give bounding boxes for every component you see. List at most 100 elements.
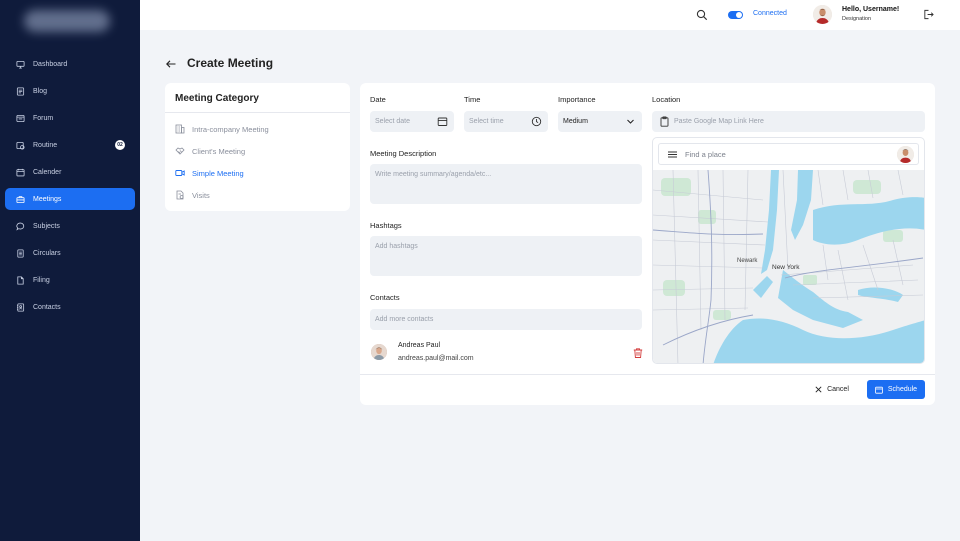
schedule-label: Schedule [887, 386, 918, 393]
category-client[interactable]: Client's Meeting [175, 146, 245, 156]
hashtags-input[interactable]: Add hashtags [370, 236, 642, 276]
trash-icon[interactable] [632, 347, 644, 359]
contacts-icon [16, 302, 25, 312]
form-divider [360, 374, 935, 375]
time-placeholder: Select time [469, 118, 504, 125]
logout-icon[interactable] [923, 9, 934, 20]
clipboard-icon [659, 116, 670, 127]
logo [24, 10, 110, 32]
date-placeholder: Select date [375, 118, 411, 125]
topbar: Connected Hello, Username! Designation [140, 0, 960, 30]
sidebar-item-forum[interactable]: Forum [5, 107, 135, 129]
contacts-label: Contacts [370, 293, 400, 302]
sidebar-item-contacts[interactable]: Contacts [5, 296, 135, 318]
routine-count-badge: 02 [115, 140, 125, 150]
close-icon [815, 386, 822, 393]
sidebar-item-label: Meetings [33, 195, 62, 203]
sidebar-item-routine[interactable]: Routine 02 [5, 134, 135, 156]
blog-icon [16, 86, 25, 96]
category-simple[interactable]: Simple Meeting [175, 168, 244, 178]
chevron-down-icon [625, 116, 636, 127]
category-label: Visits [192, 190, 210, 200]
hashtags-label: Hashtags [370, 221, 402, 230]
time-field[interactable]: Select time [464, 111, 548, 132]
category-intra-company[interactable]: Intra-company Meeting [175, 124, 269, 134]
connection-status: Connected [753, 10, 787, 17]
calendar-icon [16, 168, 25, 177]
importance-select[interactable]: Medium [558, 111, 642, 132]
importance-label: Importance [558, 95, 596, 104]
map-label-newark: Newark [737, 258, 758, 264]
sidebar-item-blog[interactable]: Blog [5, 80, 135, 102]
contact-name: Andreas Paul [398, 342, 441, 349]
schedule-icon [875, 386, 883, 394]
document-icon [16, 248, 25, 258]
contact-email: andreas.paul@mail.com [398, 355, 474, 362]
cancel-button[interactable]: Cancel [806, 380, 858, 399]
sidebar-item-subjects[interactable]: Subjects [5, 215, 135, 237]
sidebar-item-circulars[interactable]: Circulars [5, 242, 135, 264]
category-label: Client's Meeting [192, 146, 246, 156]
sidebar-item-label: Dashboard [33, 60, 68, 68]
map-search-box[interactable]: Find a place [658, 143, 919, 165]
forum-icon [16, 114, 25, 123]
category-label: Simple Meeting [192, 168, 244, 178]
sidebar-item-label: Contacts [33, 303, 61, 311]
cancel-label: Cancel [827, 386, 849, 393]
routine-icon [16, 141, 25, 150]
avatar[interactable] [813, 5, 832, 24]
menu-icon[interactable] [667, 149, 678, 160]
map-widget[interactable]: Find a place Newark New York [652, 137, 925, 364]
video-icon [175, 168, 185, 178]
sidebar-item-label: Calender [33, 168, 62, 176]
sidebar-item-label: Filing [33, 276, 50, 284]
description-label: Meeting Description [370, 149, 437, 158]
handshake-icon [175, 146, 185, 156]
search-icon[interactable] [696, 9, 708, 21]
calendar-icon[interactable] [437, 116, 448, 127]
sidebar-nav: Dashboard Blog Forum Routine 02 Calender… [5, 53, 135, 323]
map-search-placeholder: Find a place [685, 149, 726, 159]
hashtags-placeholder: Add hashtags [375, 243, 418, 250]
sidebar: Dashboard Blog Forum Routine 02 Calender… [0, 0, 140, 541]
contacts-input[interactable]: Add more contacts [370, 309, 642, 330]
contact-avatar [371, 344, 387, 360]
map-canvas[interactable]: Newark New York [653, 170, 925, 364]
sidebar-item-label: Routine [33, 141, 58, 149]
back-arrow-icon[interactable] [165, 58, 177, 70]
sidebar-item-calender[interactable]: Calender [5, 161, 135, 183]
sidebar-item-label: Forum [33, 114, 54, 122]
sidebar-item-label: Subjects [33, 222, 60, 230]
page-title: Create Meeting [187, 56, 274, 70]
contacts-placeholder: Add more contacts [375, 316, 434, 323]
user-greeting: Hello, Username! [842, 6, 900, 13]
description-textarea[interactable]: Write meeting summary/agenda/etc... [370, 164, 642, 204]
map-avatar[interactable] [897, 146, 914, 163]
location-link-input[interactable]: Paste Google Map Link Here [652, 111, 925, 132]
meeting-category-panel: Meeting Category Intra-company Meeting C… [165, 83, 350, 211]
time-label: Time [464, 95, 481, 104]
visit-icon [175, 190, 185, 200]
sidebar-item-meetings[interactable]: Meetings [5, 188, 135, 210]
meeting-category-title: Meeting Category [165, 83, 350, 113]
category-visits[interactable]: Visits [175, 190, 210, 200]
location-label: Location [652, 95, 681, 104]
sidebar-item-label: Blog [33, 87, 48, 95]
description-placeholder: Write meeting summary/agenda/etc... [375, 171, 492, 178]
briefcase-icon [16, 195, 25, 204]
date-field[interactable]: Select date [370, 111, 454, 132]
date-label: Date [370, 95, 386, 104]
map-label-new-york: New York [772, 264, 800, 271]
file-icon [16, 275, 25, 285]
category-label: Intra-company Meeting [192, 124, 269, 134]
importance-value: Medium [563, 118, 588, 125]
monitor-icon [16, 60, 25, 69]
sidebar-item-dashboard[interactable]: Dashboard [5, 53, 135, 75]
sidebar-item-label: Circulars [33, 249, 61, 257]
connection-toggle[interactable] [728, 11, 743, 19]
chat-icon [16, 222, 25, 231]
building-icon [175, 124, 185, 134]
sidebar-item-filing[interactable]: Filing [5, 269, 135, 291]
schedule-button[interactable]: Schedule [867, 380, 925, 399]
clock-icon[interactable] [531, 116, 542, 127]
